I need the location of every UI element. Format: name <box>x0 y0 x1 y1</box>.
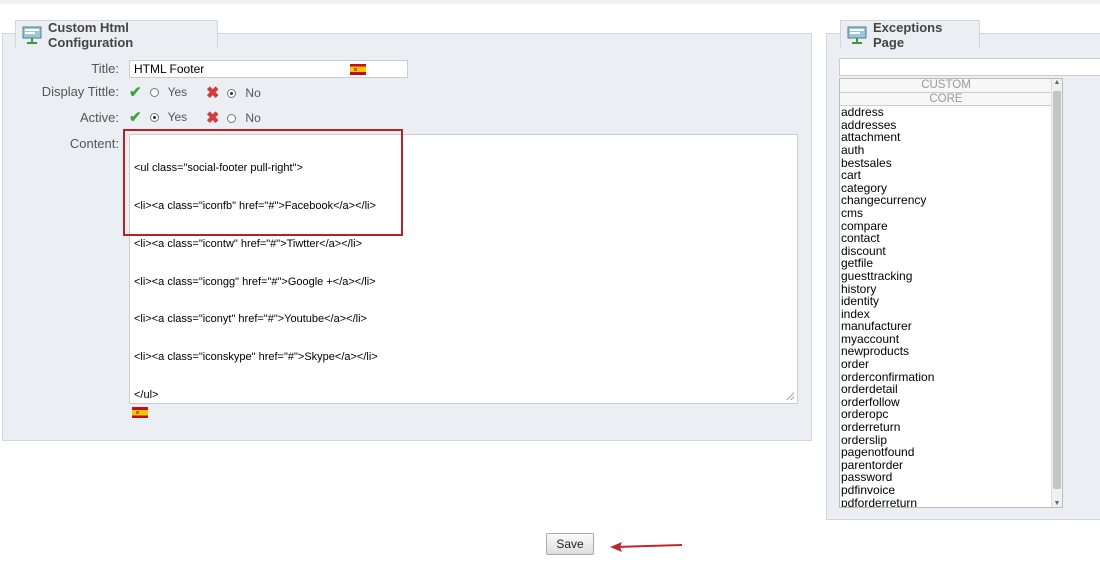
exception-option[interactable]: contact <box>840 232 1052 245</box>
option-group-custom: CUSTOM <box>840 79 1052 93</box>
cross-icon: ✖ <box>206 110 220 127</box>
exception-option[interactable]: bestsales <box>840 156 1052 170</box>
scroll-up-icon[interactable]: ▲ <box>1052 79 1062 86</box>
display-title-yes-label: Yes <box>167 85 188 99</box>
exception-option[interactable]: orderdetail <box>840 383 1052 396</box>
display-title-no-radio[interactable] <box>227 88 237 98</box>
display-title-no-label: No <box>245 86 261 100</box>
code-line: <li><a class="icongg" href="#">Google +<… <box>134 275 376 288</box>
exception-option[interactable]: changecurrency <box>840 194 1052 207</box>
active-no-label: No <box>245 111 261 125</box>
display-title-no-option[interactable]: ✖ No <box>206 83 261 103</box>
check-icon: ✔ <box>129 84 142 101</box>
exception-option[interactable]: attachment <box>840 131 1052 144</box>
exception-option[interactable]: orderreturn <box>840 421 1052 434</box>
legend-title: Custom Html Configuration <box>48 19 134 50</box>
legend-title: Exceptions Page <box>873 19 943 50</box>
code-line: <li><a class="icontw" href="#">Tiwtter</… <box>134 237 362 250</box>
exception-option[interactable]: address <box>840 106 1052 119</box>
settings-panel-icon <box>847 26 867 44</box>
content-label: Content: <box>69 136 119 151</box>
highlight-box <box>123 129 403 236</box>
spain-flag-icon[interactable] <box>132 407 148 418</box>
exception-option[interactable]: pdfinvoice <box>840 484 1052 497</box>
check-icon: ✔ <box>129 109 142 126</box>
title-input[interactable]: HTML Footer <box>129 60 408 78</box>
exceptions-legend: Exceptions Page <box>840 19 980 50</box>
spain-flag-icon[interactable] <box>350 64 366 75</box>
active-no-option[interactable]: ✖ No <box>206 108 261 128</box>
save-button[interactable]: Save <box>546 533 594 555</box>
custom-html-legend: Custom Html Configuration <box>15 19 218 50</box>
code-line: <li><a class="iconyt" href="#">Youtube</… <box>134 313 367 326</box>
exceptions-options: CUSTOM CORE address addresses attachment au… <box>840 79 1052 507</box>
active-yes-option[interactable]: ✔ Yes <box>129 108 187 126</box>
active-yes-radio[interactable] <box>149 112 159 122</box>
exception-option[interactable]: cms <box>840 207 1052 220</box>
active-no-radio[interactable] <box>227 113 237 123</box>
annotation-arrow-icon <box>610 542 683 552</box>
scrollbar-thumb[interactable] <box>1053 91 1061 489</box>
exception-option[interactable]: guesttracking <box>840 270 1052 283</box>
settings-panel-icon <box>22 26 42 44</box>
scroll-down-icon[interactable]: ▼ <box>1052 500 1062 507</box>
cross-icon: ✖ <box>206 85 220 102</box>
code-line: </ul> <box>134 388 159 401</box>
active-yes-label: Yes <box>167 110 188 124</box>
exception-option[interactable]: pagenotfound <box>840 446 1052 459</box>
code-line: <li><a class="iconskype" href="#">Skype<… <box>134 351 378 364</box>
exceptions-input[interactable] <box>839 58 1100 76</box>
exceptions-select[interactable]: CUSTOM CORE address addresses attachment au… <box>839 78 1063 508</box>
exception-option[interactable]: pdforderreturn <box>840 496 1052 507</box>
exceptions-scrollbar[interactable]: ▲ ▼ <box>1051 79 1062 507</box>
active-label: Active: <box>79 110 119 125</box>
exception-option[interactable]: cart <box>840 169 1052 182</box>
resize-grip-icon[interactable] <box>786 392 794 400</box>
display-title-label: Display Tittle: <box>41 84 119 99</box>
display-title-yes-option[interactable]: ✔ Yes <box>129 83 187 101</box>
title-label: Title: <box>91 61 119 76</box>
exception-option[interactable]: newproducts <box>840 345 1052 358</box>
exception-option[interactable]: order <box>840 358 1052 371</box>
top-strip <box>0 0 1100 4</box>
exception-option[interactable]: identity <box>840 295 1052 308</box>
display-title-yes-radio[interactable] <box>149 87 159 97</box>
exception-option[interactable]: manufacturer <box>840 320 1052 333</box>
exception-option[interactable]: auth <box>840 144 1052 157</box>
option-group-core: CORE <box>840 92 1052 107</box>
